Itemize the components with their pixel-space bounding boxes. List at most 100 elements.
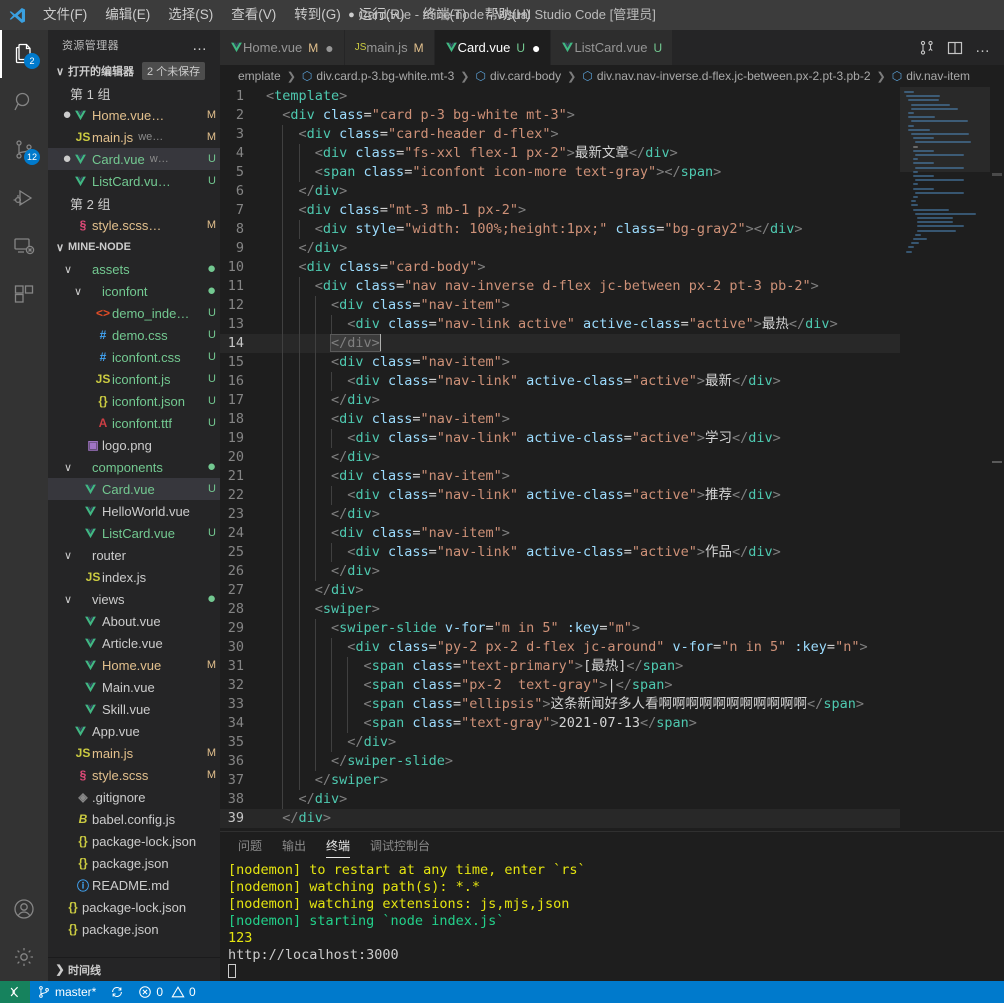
status-problems[interactable]: 0 0 bbox=[131, 981, 202, 1003]
code-line[interactable]: 7 <div class="mt-3 mb-1 px-2"> bbox=[220, 201, 900, 220]
code-line[interactable]: 9 </div> bbox=[220, 239, 900, 258]
menu-go[interactable]: 转到(G) bbox=[285, 0, 350, 30]
tree-row[interactable]: ∨ components ● bbox=[48, 456, 220, 478]
status-branch[interactable]: master* bbox=[30, 981, 103, 1003]
chevron-down-icon[interactable]: ∨ bbox=[62, 263, 74, 276]
code-line[interactable]: 23 </div> bbox=[220, 505, 900, 524]
tree-row[interactable]: JS main.js M bbox=[48, 742, 220, 764]
code-line[interactable]: 36 </swiper-slide> bbox=[220, 752, 900, 771]
breadcrumb-item[interactable]: ⬡ div.card-body bbox=[475, 69, 561, 83]
activity-accounts[interactable] bbox=[0, 885, 48, 933]
activity-manage[interactable] bbox=[0, 933, 48, 981]
code-line[interactable]: 19 <div class="nav-link" active-class="ac… bbox=[220, 429, 900, 448]
code-line[interactable]: 13 <div class="nav-link active" active-cl… bbox=[220, 315, 900, 334]
editor-tab[interactable]: JS main.js M bbox=[344, 30, 435, 65]
code-line[interactable]: 17 </div> bbox=[220, 391, 900, 410]
remote-indicator[interactable] bbox=[0, 981, 30, 1003]
tree-row[interactable]: ◈ .gitignore bbox=[48, 786, 220, 808]
more-actions-icon[interactable]: … bbox=[970, 30, 996, 65]
split-editor-icon[interactable] bbox=[942, 30, 968, 65]
tree-row[interactable]: # demo.css U bbox=[48, 324, 220, 346]
code-line[interactable]: 6 </div> bbox=[220, 182, 900, 201]
code-line[interactable]: 34 <span class="text-gray">2021-07-13</sp… bbox=[220, 714, 900, 733]
code-line[interactable]: 31 <span class="text-primary">[最热]</span> bbox=[220, 657, 900, 676]
tree-row[interactable]: Article.vue bbox=[48, 632, 220, 654]
tree-row[interactable]: ⓘ README.md bbox=[48, 874, 220, 896]
section-project-root[interactable]: ∨ MINE-NODE bbox=[48, 236, 220, 258]
menu-run[interactable]: 运行(R) bbox=[350, 0, 414, 30]
tree-row[interactable]: JS index.js bbox=[48, 566, 220, 588]
activity-remote-explorer[interactable] bbox=[0, 222, 48, 270]
code-line[interactable]: 32 <span class="px-2 text-gray">|</span> bbox=[220, 676, 900, 695]
code-line[interactable]: 8 <div style="width: 100%;height:1px;" cl… bbox=[220, 220, 900, 239]
section-open-editors[interactable]: ∨ 打开的编辑器 2 个未保存 bbox=[48, 60, 220, 82]
tree-row[interactable]: ▣ logo.png bbox=[48, 434, 220, 456]
open-editor-item[interactable]: ● Card.vue w… U bbox=[48, 148, 220, 170]
chevron-down-icon[interactable]: ∨ bbox=[62, 593, 74, 606]
open-editors-group[interactable]: 第 1 组 bbox=[48, 82, 220, 104]
code-scroll-region[interactable]: 1 <template> 2 <div class="card p-3 bg-whit… bbox=[220, 87, 900, 831]
tree-row[interactable]: Home.vue M bbox=[48, 654, 220, 676]
tree-row[interactable]: {} iconfont.json U bbox=[48, 390, 220, 412]
status-sync[interactable] bbox=[103, 981, 131, 1003]
code-line[interactable]: 4 <div class="fs-xxl flex-1 px-2">最新文章</d… bbox=[220, 144, 900, 163]
breadcrumb-item[interactable]: emplate bbox=[238, 69, 281, 83]
code-line[interactable]: 21 <div class="nav-item"> bbox=[220, 467, 900, 486]
menu-view[interactable]: 查看(V) bbox=[222, 0, 285, 30]
menu-terminal[interactable]: 终端(T) bbox=[414, 0, 476, 30]
code-line[interactable]: 15 <div class="nav-item"> bbox=[220, 353, 900, 372]
code-line[interactable]: 18 <div class="nav-item"> bbox=[220, 410, 900, 429]
chevron-down-icon[interactable]: ∨ bbox=[62, 461, 74, 474]
tree-row[interactable]: Skill.vue bbox=[48, 698, 220, 720]
tree-row[interactable]: § style.scss M bbox=[48, 764, 220, 786]
chevron-down-icon[interactable]: ∨ bbox=[62, 549, 74, 562]
editor-tab[interactable]: Card.vue U ● bbox=[434, 30, 552, 65]
tree-row[interactable]: ∨ iconfont ● bbox=[48, 280, 220, 302]
menu-edit[interactable]: 编辑(E) bbox=[96, 0, 159, 30]
sidebar-more-actions-icon[interactable]: … bbox=[192, 37, 214, 54]
code-line[interactable]: 20 </div> bbox=[220, 448, 900, 467]
section-timeline[interactable]: ❯ 时间线 bbox=[48, 957, 220, 981]
code-line[interactable]: 24 <div class="nav-item"> bbox=[220, 524, 900, 543]
code-editor[interactable]: 1 <template> 2 <div class="card p-3 bg-whit… bbox=[220, 87, 1004, 831]
code-line[interactable]: 12 <div class="nav-item"> bbox=[220, 296, 900, 315]
overview-ruler[interactable] bbox=[990, 87, 1004, 831]
menu-help[interactable]: 帮助(H) bbox=[476, 0, 540, 30]
activity-extensions[interactable] bbox=[0, 270, 48, 318]
activity-run-debug[interactable] bbox=[0, 174, 48, 222]
activity-source-control[interactable]: 12 bbox=[0, 126, 48, 174]
terminal-output[interactable]: [nodemon] to restart at any time, enter … bbox=[220, 860, 1004, 981]
code-line[interactable]: 10 <div class="card-body"> bbox=[220, 258, 900, 277]
code-line[interactable]: 5 <span class="iconfont icon-more text-gr… bbox=[220, 163, 900, 182]
code-line[interactable]: 39 </div> bbox=[220, 809, 900, 828]
tree-row[interactable]: {} package.json bbox=[48, 918, 220, 940]
open-editor-item[interactable]: ListCard.vu… U bbox=[48, 170, 220, 192]
tree-row[interactable]: ListCard.vue U bbox=[48, 522, 220, 544]
code-line[interactable]: 2 <div class="card p-3 bg-white mt-3"> bbox=[220, 106, 900, 125]
code-line[interactable]: 30 <div class="py-2 px-2 d-flex jc-around… bbox=[220, 638, 900, 657]
menu-selection[interactable]: 选择(S) bbox=[159, 0, 222, 30]
code-line[interactable]: 14 </div> bbox=[220, 334, 900, 353]
tree-row[interactable]: {} package-lock.json bbox=[48, 896, 220, 918]
tree-row[interactable]: {} package-lock.json bbox=[48, 830, 220, 852]
code-line[interactable]: 28 <swiper> bbox=[220, 600, 900, 619]
code-line[interactable]: 33 <span class="ellipsis">这条新闻好多人看啊啊啊啊啊啊啊… bbox=[220, 695, 900, 714]
code-line[interactable]: 27 </div> bbox=[220, 581, 900, 600]
open-editor-item[interactable]: ● Home.vue… M bbox=[48, 104, 220, 126]
panel-tab[interactable]: 问题 bbox=[228, 832, 272, 860]
panel-tab[interactable]: 输出 bbox=[272, 832, 316, 860]
panel-tab[interactable]: 调试控制台 bbox=[360, 832, 440, 860]
breadcrumb-item[interactable]: ⬡ div.nav-item bbox=[892, 69, 970, 83]
tree-row[interactable]: Bbabel.config.js bbox=[48, 808, 220, 830]
editor-tab[interactable]: ListCard.vue U bbox=[551, 30, 674, 65]
code-line[interactable]: 26 </div> bbox=[220, 562, 900, 581]
code-line[interactable]: 11 <div class="nav nav-inverse d-flex jc-… bbox=[220, 277, 900, 296]
code-line[interactable]: 22 <div class="nav-link" active-class="ac… bbox=[220, 486, 900, 505]
tree-row[interactable]: {} package.json bbox=[48, 852, 220, 874]
editor-tab[interactable]: Home.vue M ● bbox=[220, 30, 345, 65]
code-line[interactable]: 29 <swiper-slide v-for="m in 5" :key="m"> bbox=[220, 619, 900, 638]
code-line[interactable]: 3 <div class="card-header d-flex"> bbox=[220, 125, 900, 144]
open-editors-group[interactable]: 第 2 组 bbox=[48, 192, 220, 214]
code-line[interactable]: 38 </div> bbox=[220, 790, 900, 809]
tree-row[interactable]: ∨ assets ● bbox=[48, 258, 220, 280]
